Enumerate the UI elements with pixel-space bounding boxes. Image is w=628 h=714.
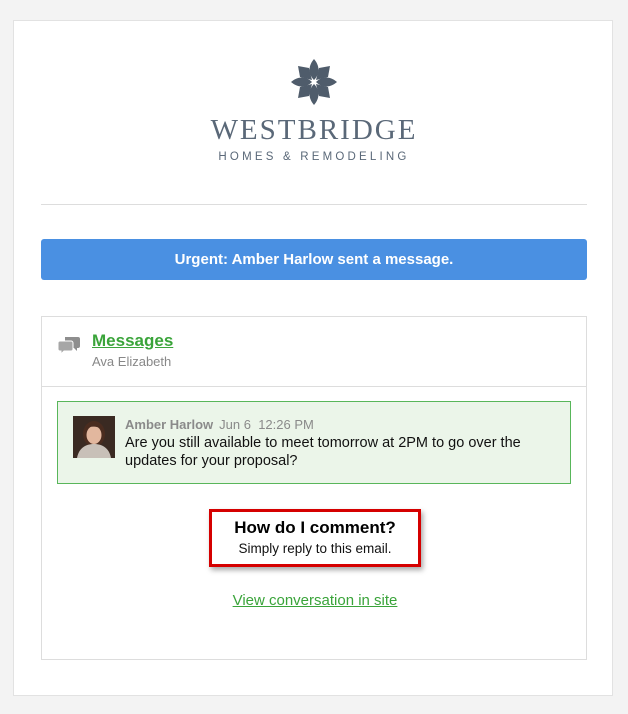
comment-help-box: How do I comment? Simply reply to this e… (209, 509, 421, 567)
messages-panel: Messages Ava Elizabeth Amber Harlow Jun 6… (41, 316, 587, 660)
message-author: Amber Harlow (125, 417, 214, 432)
brand-name: WESTBRIDGE (210, 114, 418, 146)
flower-logo-icon (291, 59, 337, 105)
message-text: Are you still available to meet tomorrow… (125, 435, 521, 469)
help-subtitle: Simply reply to this email. (238, 541, 392, 556)
message-item: Amber Harlow Jun 6 12:26 PM Are you still… (57, 401, 571, 484)
messages-link[interactable]: Messages (92, 331, 173, 351)
brand-tagline: HOMES & REMODELING (218, 151, 410, 163)
chat-bubbles-icon (58, 337, 80, 355)
email-card: WESTBRIDGE HOMES & REMODELING Urgent: Am… (13, 20, 613, 696)
message-meta: Amber Harlow Jun 6 12:26 PM (125, 417, 314, 432)
urgent-banner: Urgent: Amber Harlow sent a message. (41, 239, 587, 280)
panel-header: Messages Ava Elizabeth (42, 317, 586, 387)
header-divider (41, 204, 587, 205)
message-date: Jun 6 (219, 417, 251, 432)
help-title: How do I comment? (234, 518, 396, 537)
avatar (73, 416, 115, 458)
view-conversation-link[interactable]: View conversation in site (42, 592, 588, 609)
messages-subtitle: Ava Elizabeth (92, 354, 172, 369)
brand-logo: WESTBRIDGE HOMES & REMODELING (14, 57, 614, 163)
message-time: 12:26 PM (258, 417, 314, 432)
